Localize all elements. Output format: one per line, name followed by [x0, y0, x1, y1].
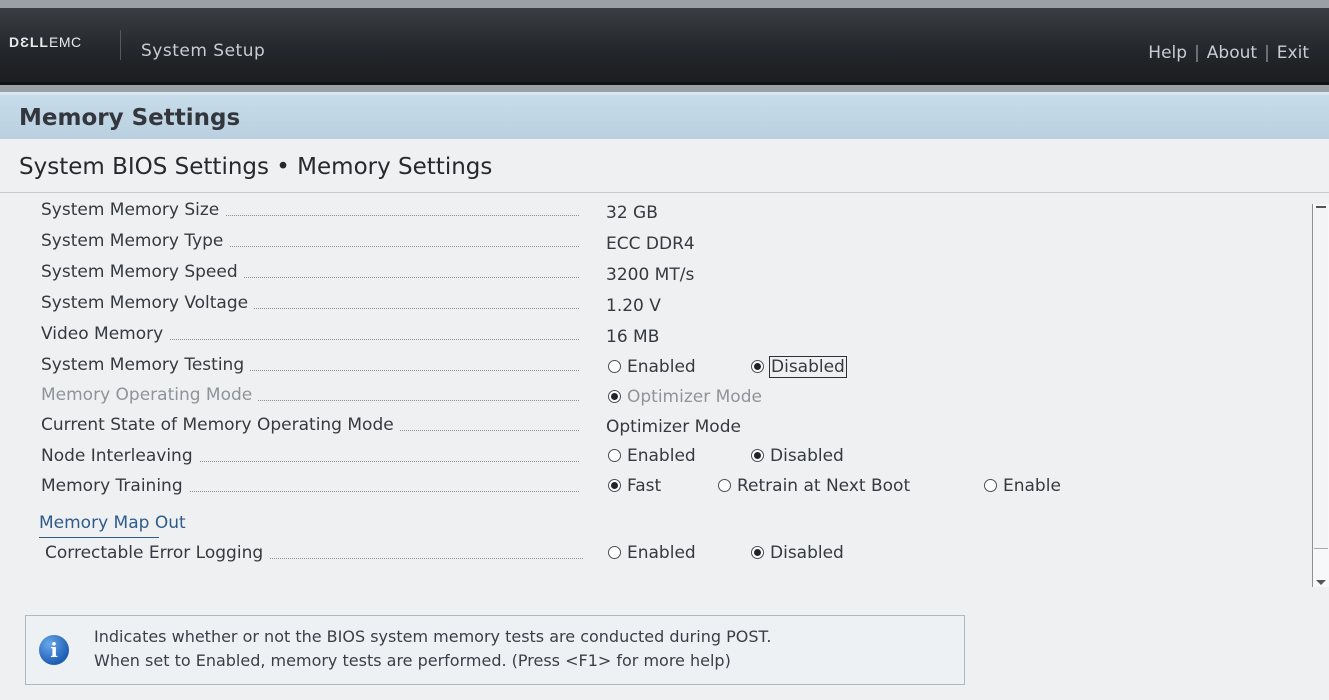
setting-label: Node Interleaving — [41, 446, 579, 466]
setting-label: Memory Training — [41, 476, 579, 496]
radio-off-icon — [608, 449, 621, 462]
page-title: Memory Settings — [19, 105, 241, 131]
help-text: Indicates whether or not the BIOS system… — [94, 625, 771, 673]
app-title: System Setup — [141, 41, 266, 61]
radio-on-icon — [608, 479, 621, 492]
vertical-scrollbar[interactable] — [1312, 204, 1329, 587]
setting-value: 1.20 V — [606, 296, 661, 316]
setting-value: 3200 MT/s — [606, 265, 695, 285]
setting-label: System Memory Speed — [41, 262, 579, 282]
scroll-down-icon[interactable] — [1316, 580, 1326, 585]
radio-retrain-next-boot[interactable]: Retrain at Next Boot — [718, 476, 910, 496]
scroll-thumb[interactable] — [1314, 208, 1328, 549]
setting-label: Correctable Error Logging — [45, 543, 583, 563]
setting-row-video-memory: Video Memory 16 MB — [0, 324, 1300, 352]
top-header: DƐLLEMC System Setup Help | About | Exit — [0, 8, 1329, 85]
setting-label: System Memory Voltage — [41, 293, 579, 313]
radio-on-icon — [608, 390, 621, 403]
setting-label: Video Memory — [41, 324, 579, 344]
radio-off-icon — [984, 479, 997, 492]
setting-row-memory-voltage: System Memory Voltage 1.20 V — [0, 293, 1300, 321]
setting-row-memory-size: System Memory Size 32 GB — [0, 200, 1300, 228]
help-line-2: When set to Enabled, memory tests are pe… — [94, 651, 731, 670]
exit-link[interactable]: Exit — [1277, 43, 1309, 63]
help-panel: i Indicates whether or not the BIOS syst… — [25, 615, 965, 685]
header-links: Help | About | Exit — [1148, 43, 1309, 63]
brand-dell: DƐLL — [9, 34, 49, 50]
setting-row-operating-mode: Memory Operating Mode Optimizer Mode — [0, 385, 1300, 413]
radio-optimizer-mode: Optimizer Mode — [608, 387, 762, 407]
link-underline — [39, 537, 159, 538]
setting-value: 16 MB — [606, 327, 660, 347]
setting-row-current-operating-mode: Current State of Memory Operating Mode O… — [0, 415, 1300, 443]
help-line-1: Indicates whether or not the BIOS system… — [94, 627, 772, 646]
page-body: Memory Settings System BIOS Settings • M… — [0, 92, 1329, 700]
setting-row-node-interleaving: Node Interleaving Enabled Disabled — [0, 446, 1300, 474]
link-separator: | — [1264, 43, 1270, 63]
radio-enabled[interactable]: Enabled — [608, 543, 696, 563]
radio-off-icon — [608, 546, 621, 559]
radio-on-icon — [751, 449, 764, 462]
about-link[interactable]: About — [1207, 43, 1257, 63]
radio-off-icon — [718, 479, 731, 492]
radio-disabled[interactable]: Disabled — [751, 543, 844, 563]
radio-enabled[interactable]: Enabled — [608, 446, 696, 466]
page-title-bar: Memory Settings — [0, 92, 1329, 139]
info-icon: i — [39, 635, 69, 665]
breadcrumb: System BIOS Settings • Memory Settings — [19, 154, 493, 180]
radio-off-icon — [608, 360, 621, 373]
help-link[interactable]: Help — [1148, 43, 1187, 63]
setting-row-correctable-error-logging: Correctable Error Logging Enabled Disabl… — [0, 543, 1300, 571]
setting-label: System Memory Type — [41, 231, 579, 251]
divider — [0, 192, 1329, 193]
setting-row-memory-testing: System Memory Testing Enabled Disabled — [0, 355, 1300, 383]
setting-label: System Memory Testing — [41, 355, 579, 375]
setting-label: Memory Operating Mode — [41, 385, 579, 405]
radio-fast[interactable]: Fast — [608, 476, 661, 496]
setting-row-memory-type: System Memory Type ECC DDR4 — [0, 231, 1300, 259]
radio-enabled[interactable]: Enabled — [608, 357, 696, 377]
setting-value: 32 GB — [606, 203, 658, 223]
radio-disabled[interactable]: Disabled — [751, 446, 844, 466]
setting-value: Optimizer Mode — [606, 417, 741, 437]
setting-value: ECC DDR4 — [606, 234, 695, 254]
setting-row-memory-speed: System Memory Speed 3200 MT/s — [0, 262, 1300, 290]
radio-on-icon — [751, 546, 764, 559]
radio-disabled[interactable]: Disabled — [751, 356, 847, 378]
link-separator: | — [1194, 43, 1200, 63]
setting-row-memory-training: Memory Training Fast Retrain at Next Boo… — [0, 476, 1300, 504]
radio-on-icon — [751, 360, 764, 373]
setting-label: System Memory Size — [41, 200, 579, 220]
brand-emc: EMC — [48, 34, 82, 50]
memory-map-out-link[interactable]: Memory Map Out — [39, 513, 186, 538]
dell-emc-logo: DƐLLEMC — [9, 34, 82, 50]
header-divider — [120, 30, 121, 60]
setting-label: Current State of Memory Operating Mode — [41, 415, 579, 435]
radio-enable[interactable]: Enable — [984, 476, 1061, 496]
